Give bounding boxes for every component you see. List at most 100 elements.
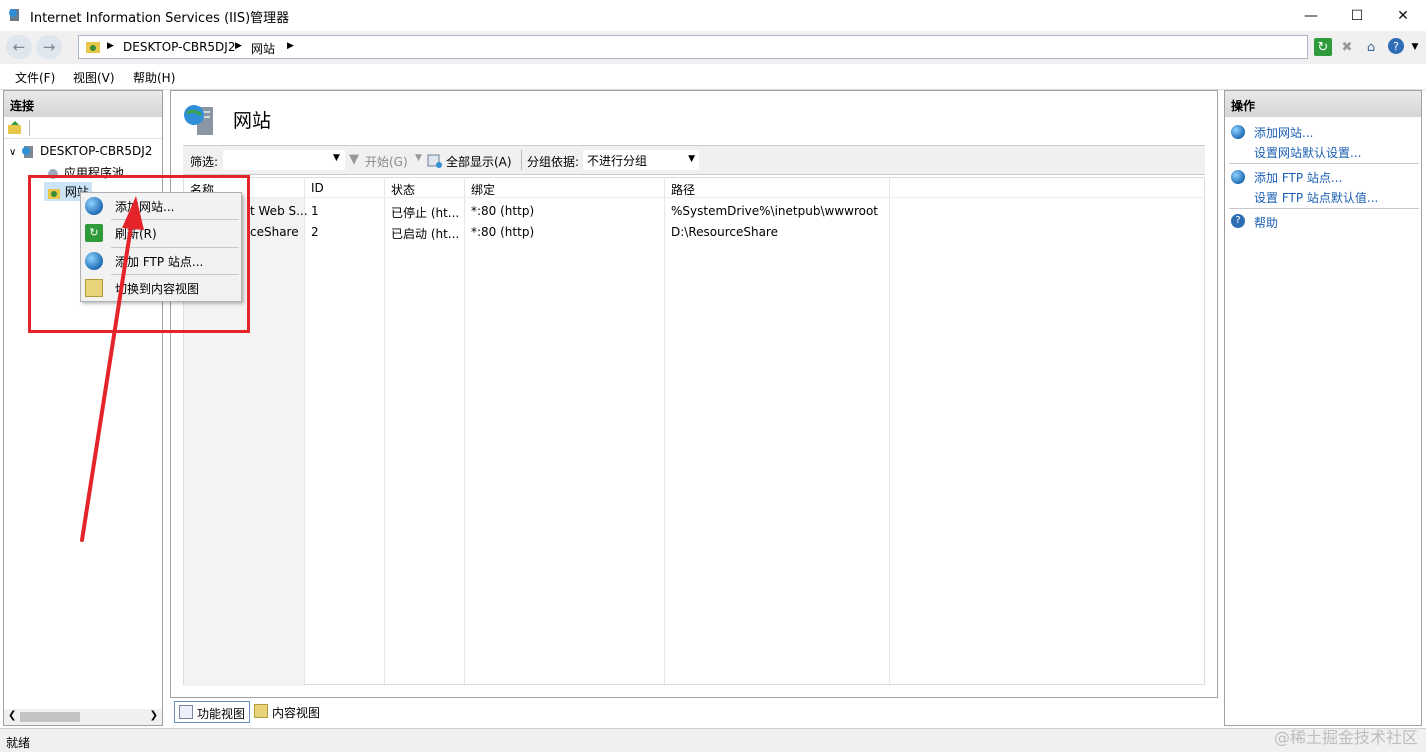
scroll-right-icon[interactable]: ❯ — [150, 710, 158, 721]
add-ftp-globe-icon — [1231, 170, 1245, 184]
sites-globe-server-icon — [184, 105, 213, 135]
content-view-icon — [254, 704, 268, 718]
forward-button[interactable]: → — [36, 35, 62, 59]
breadcrumb-arrow-icon: ▶ — [287, 41, 294, 51]
stop-icon[interactable]: ✖ — [1338, 38, 1356, 56]
cell-status: 已启动 (ht... — [391, 227, 460, 241]
context-menu-add-ftp[interactable]: 添加 FTP 站点... — [81, 248, 241, 274]
connections-toolbar — [4, 117, 162, 139]
sites-panel: 网站 筛选: ▼ ▼ 开始(G) ▼ 全部显示(A) 分组依据: 不进行分组 ▼… — [170, 90, 1218, 698]
group-by-select[interactable]: 不进行分组 ▼ — [583, 150, 699, 170]
column-header-binding[interactable]: 绑定 — [471, 181, 495, 198]
menu-view[interactable]: 视图(V) — [73, 69, 115, 86]
cell-path: %SystemDrive%\inetpub\wwwroot — [671, 204, 878, 218]
refresh-icon: ↻ — [85, 224, 103, 242]
tab-content-view-label: 内容视图 — [272, 706, 321, 720]
filter-divider — [521, 150, 522, 170]
connections-header: 连接 — [4, 91, 162, 117]
sites-table: 名称 ID 状态 绑定 路径 t Web S... 1 已停止 (ht... *… — [183, 177, 1205, 686]
filter-label: 筛选: — [190, 155, 219, 169]
cell-id: 2 — [311, 225, 319, 239]
horizontal-scrollbar[interactable]: ❮ ❯ — [4, 709, 162, 725]
tab-features-view-label: 功能视图 — [197, 707, 246, 721]
status-text: 就绪 — [6, 736, 31, 750]
cell-name: ceShare — [250, 225, 299, 239]
filter-dropdown-icon[interactable]: ▼ — [333, 153, 340, 163]
address-toolbar: ← → ▶ DESKTOP-CBR5DJ2 ▶ 网站 ▶ ↻ ✖ ⌂ ? ▼ — [0, 31, 1426, 64]
menu-file[interactable]: 文件(F) — [15, 69, 55, 86]
refresh-icon[interactable]: ↻ — [1314, 38, 1332, 56]
column-header-id[interactable]: ID — [311, 181, 324, 195]
cell-path: D:\ResourceShare — [671, 225, 778, 239]
action-help[interactable]: 帮助 — [1254, 214, 1278, 231]
context-menu: 添加网站... ↻ 刷新(R) 添加 FTP 站点... 切换到内容视图 — [80, 192, 242, 302]
menu-help[interactable]: 帮助(H) — [133, 69, 175, 86]
back-arrow-icon: ← — [12, 38, 26, 56]
column-divider — [384, 178, 385, 686]
cell-status: 已停止 (ht... — [391, 206, 460, 220]
column-header-path[interactable]: 路径 — [671, 181, 695, 198]
title-bar: Internet Information Services (IIS)管理器 —… — [0, 0, 1426, 31]
collapse-icon[interactable]: ∨ — [9, 147, 16, 158]
minimize-button[interactable]: — — [1288, 0, 1334, 31]
home-icon[interactable]: ⌂ — [1362, 38, 1380, 56]
show-all-button[interactable]: 全部显示(A) — [446, 153, 512, 170]
toolbar-divider — [29, 120, 30, 136]
action-add-site[interactable]: 添加网站... — [1254, 124, 1313, 141]
filter-bar: 筛选: ▼ ▼ 开始(G) ▼ 全部显示(A) 分组依据: 不进行分组 ▼ — [183, 145, 1205, 175]
column-header-status[interactable]: 状态 — [391, 181, 415, 198]
cell-binding: *:80 (http) — [471, 225, 535, 239]
tab-content-view[interactable]: 内容视图 — [250, 701, 324, 723]
maximize-button[interactable]: ☐ — [1334, 0, 1380, 31]
forward-arrow-icon: → — [42, 38, 56, 56]
scroll-left-icon[interactable]: ❮ — [8, 710, 16, 721]
group-by-label: 分组依据: — [527, 155, 580, 169]
watermark-text: @稀土掘金技术社区 — [1273, 728, 1418, 747]
cell-name: t Web S... — [250, 204, 308, 218]
content-view-icon — [85, 279, 103, 297]
column-divider — [664, 178, 665, 686]
show-all-icon — [427, 154, 442, 168]
address-bar[interactable]: ▶ DESKTOP-CBR5DJ2 ▶ 网站 ▶ — [78, 35, 1308, 59]
context-menu-add-ftp-label: 添加 FTP 站点... — [115, 255, 204, 269]
action-site-defaults[interactable]: 设置网站默认设置... — [1254, 144, 1361, 161]
tree-item-server[interactable]: ∨ DESKTOP-CBR5DJ2 — [9, 144, 152, 159]
add-ftp-globe-icon — [85, 252, 103, 270]
group-by-value: 不进行分组 — [587, 154, 648, 168]
scroll-thumb[interactable] — [20, 712, 80, 722]
context-menu-add-site[interactable]: 添加网站... — [81, 193, 241, 219]
iis-app-icon — [9, 9, 19, 21]
action-add-ftp[interactable]: 添加 FTP 站点... — [1254, 169, 1342, 186]
group-by-dropdown-icon: ▼ — [688, 154, 695, 164]
column-divider — [304, 178, 305, 686]
actions-divider — [1229, 208, 1419, 209]
close-button[interactable]: ✕ — [1380, 0, 1426, 31]
breadcrumb-arrow-icon: ▶ — [235, 41, 242, 51]
menu-bar: 文件(F) 视图(V) 帮助(H) — [0, 64, 1426, 90]
breadcrumb-server[interactable]: DESKTOP-CBR5DJ2 — [123, 40, 235, 54]
help-dropdown-icon[interactable]: ▼ — [1406, 38, 1424, 56]
back-button[interactable]: ← — [6, 35, 32, 59]
help-icon: ? — [1231, 214, 1245, 228]
breadcrumb-arrow-icon: ▶ — [107, 41, 114, 51]
filter-input[interactable] — [223, 150, 345, 170]
start-dropdown-icon[interactable]: ▼ — [415, 153, 422, 163]
features-view-icon — [179, 705, 193, 719]
window-title: Internet Information Services (IIS)管理器 — [30, 11, 290, 26]
context-menu-switch-content-view[interactable]: 切换到内容视图 — [81, 275, 241, 301]
breadcrumb-sites[interactable]: 网站 — [251, 40, 275, 57]
column-divider — [464, 178, 465, 686]
connect-icon[interactable] — [7, 120, 23, 136]
tab-features-view[interactable]: 功能视图 — [174, 701, 251, 723]
cell-id: 1 — [311, 204, 319, 218]
actions-divider — [1229, 163, 1419, 164]
add-site-globe-icon — [85, 197, 103, 215]
actions-panel: 操作 添加网站... 设置网站默认设置... 添加 FTP 站点... 设置 F… — [1224, 90, 1422, 726]
action-ftp-defaults[interactable]: 设置 FTP 站点默认值... — [1254, 189, 1378, 206]
context-menu-refresh[interactable]: ↻ 刷新(R) — [81, 220, 241, 246]
help-icon[interactable]: ? — [1388, 38, 1404, 54]
add-site-globe-icon — [1231, 125, 1245, 139]
context-menu-add-site-label: 添加网站... — [115, 200, 175, 214]
start-filter-button[interactable]: 开始(G) — [365, 153, 408, 170]
server-icon — [22, 145, 34, 158]
